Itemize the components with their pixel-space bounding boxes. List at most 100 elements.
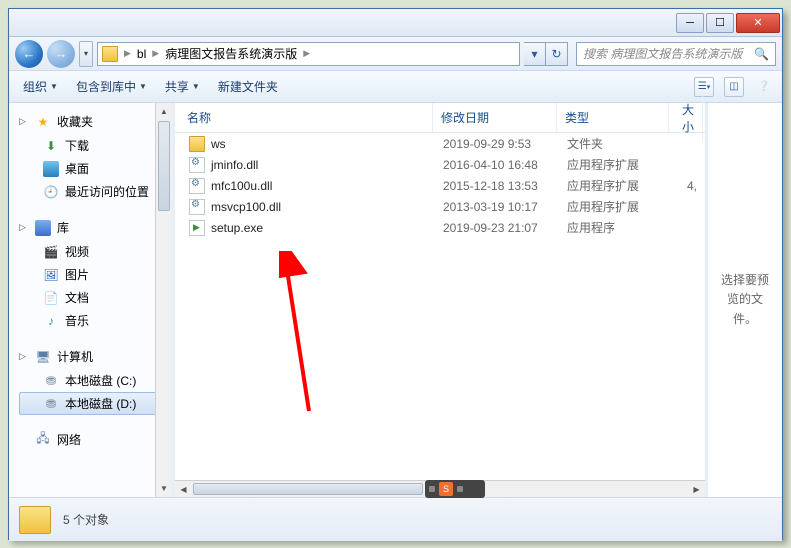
sidebar-item-recent[interactable]: 🕘最近访问的位置 [19,180,168,203]
address-dropdown-button[interactable]: ▾ [524,42,546,66]
close-button[interactable]: ✕ [736,13,780,33]
picture-icon: 🖼 [43,267,59,283]
network-group: 🖧网络 [19,431,168,448]
network-icon: 🖧 [35,432,51,448]
chevron-down-icon: ▼ [50,82,58,91]
computer-group: ▷🖥计算机 ⛃本地磁盘 (C:) ⛃本地磁盘 (D:) [19,348,168,415]
dll-icon [189,199,205,215]
file-name: setup.exe [211,221,263,235]
sidebar-item-desktop[interactable]: 桌面 [19,157,168,180]
sidebar-item-disk-c[interactable]: ⛃本地磁盘 (C:) [19,369,168,392]
dll-icon [189,157,205,173]
share-menu[interactable]: 共享▼ [159,74,206,99]
sidebar-item-documents[interactable]: 📄文档 [19,286,168,309]
navigation-pane: ▷★收藏夹 ⬇下载 桌面 🕘最近访问的位置 ▷库 🎬视频 🖼图片 📄文档 ♪音乐… [9,103,172,497]
new-folder-button[interactable]: 新建文件夹 [212,74,284,99]
nav-back-button[interactable]: ← [15,40,43,68]
preview-pane-button[interactable]: ◫ [724,77,744,97]
file-row[interactable]: ws 2019-09-29 9:53文件夹 [175,133,705,154]
column-header-type[interactable]: 类型 [557,103,669,132]
scroll-down-icon[interactable]: ▼ [156,480,172,497]
file-type: 文件夹 [559,135,671,152]
sidebar-item-videos[interactable]: 🎬视频 [19,240,168,263]
scroll-right-icon[interactable]: ▶ [688,481,705,498]
scrollbar-thumb[interactable] [158,121,170,211]
main-area: 名称 修改日期 类型 大小 ws 2019-09-29 9:53文件夹 jminfo… [175,103,782,497]
expand-icon: ▷ [19,116,29,127]
sidebar-item-disk-d[interactable]: ⛃本地磁盘 (D:) [19,392,168,415]
search-placeholder: 搜索 病理图文报告系统演示版 [583,45,742,62]
file-type: 应用程序 [559,219,671,236]
expand-icon: ▷ [19,222,29,233]
organize-menu[interactable]: 组织▼ [17,74,64,99]
favorites-header[interactable]: ▷★收藏夹 [19,113,168,130]
titlebar: ─ ☐ ✕ [9,9,782,37]
horizontal-scrollbar[interactable]: ◀ S ▶ [175,480,705,497]
music-icon: ♪ [43,313,59,329]
status-bar: 5 个对象 [9,497,782,541]
file-row[interactable]: jminfo.dll 2016-04-10 16:48应用程序扩展 [175,154,705,175]
scroll-left-icon[interactable]: ◀ [175,481,192,498]
sidebar-item-pictures[interactable]: 🖼图片 [19,263,168,286]
minimize-button[interactable]: ─ [676,13,704,33]
nav-history-dropdown[interactable]: ▾ [79,41,93,67]
refresh-button[interactable]: ↻ [546,42,568,66]
file-name: msvcp100.dll [211,200,281,214]
file-row[interactable]: mfc100u.dll2015-12-18 13:53应用程序扩展4, [175,175,705,196]
file-name: jminfo.dll [211,158,258,172]
breadcrumb-segment[interactable]: bl [137,47,146,61]
sidebar-scrollbar[interactable]: ▲ ▼ [155,103,172,497]
file-row[interactable]: setup.exe 2019-09-23 21:07应用程序 [175,217,705,238]
exe-icon [189,220,205,236]
computer-header[interactable]: ▷🖥计算机 [19,348,168,365]
hdd-icon: ⛃ [43,373,59,389]
navbar: ← → ▾ ▶ bl ▶ 病理图文报告系统演示版 ▶ ▾ ↻ 搜索 病理图文报告… [9,37,782,71]
ime-handle-icon [429,486,435,492]
column-header-name[interactable]: 名称 [179,103,433,132]
file-date: 2019-09-23 21:07 [435,221,559,235]
column-header-date[interactable]: 修改日期 [433,103,557,132]
ime-menu-icon [457,486,463,492]
breadcrumb-segment[interactable]: 病理图文报告系统演示版 [165,45,297,62]
recent-icon: 🕘 [43,184,59,200]
address-bar[interactable]: ▶ bl ▶ 病理图文报告系统演示版 ▶ [97,42,520,66]
view-mode-button[interactable]: ☰▾ [694,77,714,97]
document-icon: 📄 [43,290,59,306]
file-date: 2019-09-29 9:53 [435,137,559,151]
scrollbar-thumb[interactable] [193,483,423,495]
file-type: 应用程序扩展 [559,198,671,215]
preview-pane: 选择要预览的文件。 [708,103,782,497]
folder-icon [19,506,51,534]
file-type: 应用程序扩展 [559,177,671,194]
star-icon: ★ [35,114,51,130]
nav-forward-button[interactable]: → [47,40,75,68]
chevron-right-icon: ▶ [301,48,312,59]
include-in-library-menu[interactable]: 包含到库中▼ [70,74,153,99]
scroll-up-icon[interactable]: ▲ [156,103,172,120]
folder-icon [102,46,118,62]
help-button[interactable]: ❔ [754,77,774,97]
explorer-window: ─ ☐ ✕ ← → ▾ ▶ bl ▶ 病理图文报告系统演示版 ▶ ▾ ↻ 搜索 … [8,8,783,540]
file-type: 应用程序扩展 [559,156,671,173]
file-size: 4, [671,179,705,193]
toolbar: 组织▼ 包含到库中▼ 共享▼ 新建文件夹 ☰▾ ◫ ❔ [9,71,782,103]
column-headers: 名称 修改日期 类型 大小 [175,103,705,133]
dll-icon [189,178,205,194]
network-header[interactable]: 🖧网络 [19,431,168,448]
hdd-icon: ⛃ [43,396,59,412]
file-list-pane: 名称 修改日期 类型 大小 ws 2019-09-29 9:53文件夹 jminfo… [175,103,705,497]
file-row[interactable]: msvcp100.dll2013-03-19 10:17应用程序扩展 [175,196,705,217]
sidebar-item-music[interactable]: ♪音乐 [19,309,168,332]
preview-placeholder: 选择要预览的文件。 [716,271,774,329]
file-name: ws [211,137,226,151]
address-bar-buttons: ▾ ↻ [524,42,568,66]
libraries-header[interactable]: ▷库 [19,219,168,236]
search-icon: 🔍 [754,47,769,61]
file-date: 2016-04-10 16:48 [435,158,559,172]
ime-toolbar[interactable]: S [425,480,485,498]
file-date: 2015-12-18 13:53 [435,179,559,193]
sidebar-item-downloads[interactable]: ⬇下载 [19,134,168,157]
chevron-down-icon: ▼ [139,82,147,91]
search-input[interactable]: 搜索 病理图文报告系统演示版 🔍 [576,42,776,66]
maximize-button[interactable]: ☐ [706,13,734,33]
